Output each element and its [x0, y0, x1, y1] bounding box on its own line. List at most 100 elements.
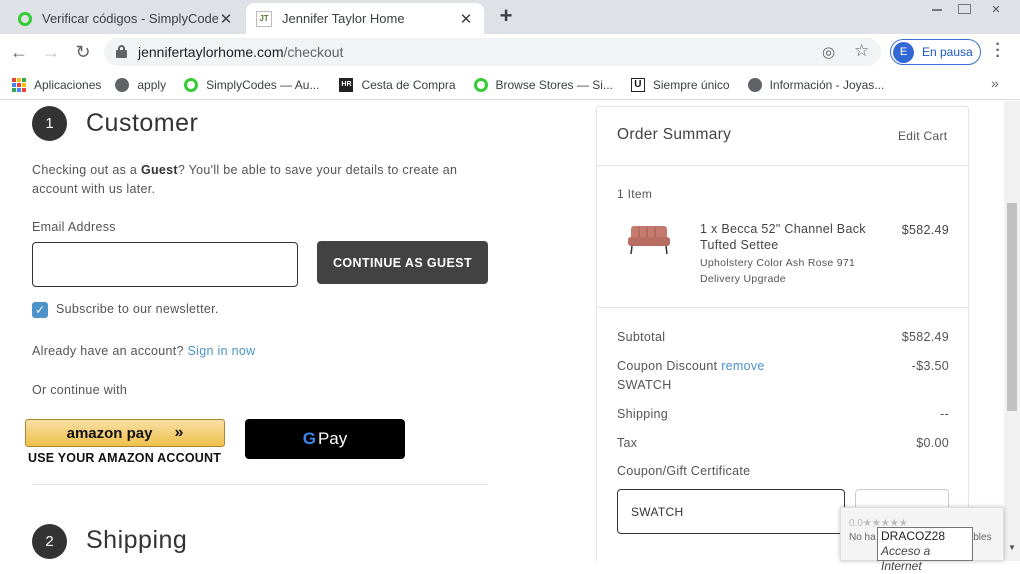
- item-name: 1 x Becca 52" Channel Back Tufted Settee: [700, 222, 866, 252]
- bookmark-label: apply: [137, 77, 167, 92]
- tab-title: Verificar códigos - SimplyCodes: [42, 11, 218, 26]
- shipping-label: Shipping: [617, 407, 669, 421]
- bookmark-browse-stores[interactable]: Browse Stores — Si...: [473, 72, 613, 98]
- star-icon[interactable]: ☆: [854, 41, 869, 61]
- newsletter-label: Subscribe to our newsletter.: [56, 302, 219, 316]
- bookmark-label: Aplicaciones: [34, 77, 102, 92]
- email-field[interactable]: [32, 242, 298, 287]
- window-close-button[interactable]: ✕: [980, 0, 1012, 18]
- account-prompt: Already have an account? Sign in now: [32, 344, 256, 358]
- jt-logo-icon: JT: [256, 10, 272, 27]
- google-pay-label: Pay: [317, 429, 348, 448]
- order-summary: Order Summary Edit Cart 1 Item 1 x Becca…: [596, 106, 969, 561]
- close-icon[interactable]: ✕: [458, 10, 474, 28]
- globe-icon: [115, 77, 130, 92]
- google-pay-button[interactable]: G Pay: [245, 419, 405, 459]
- section-divider: [32, 484, 488, 485]
- amazon-pay-subtitle: USE YOUR AMAZON ACCOUNT: [28, 451, 222, 465]
- simplycodes-icon: [473, 77, 488, 92]
- bookmark-label: Cesta de Compra: [361, 77, 456, 92]
- tab-simplycodes[interactable]: Verificar códigos - SimplyCodes ✕: [8, 3, 244, 34]
- remove-coupon-link[interactable]: remove: [721, 359, 764, 373]
- bookmark-apps[interactable]: Aplicaciones: [12, 72, 101, 98]
- or-continue-label: Or continue with: [32, 383, 128, 397]
- tab-jennifer-taylor[interactable]: JT Jennifer Taylor Home ✕: [246, 3, 484, 34]
- email-label: Email Address: [32, 220, 116, 234]
- subtotal-value: $582.49: [901, 330, 949, 344]
- rating-text: No ha: [849, 532, 876, 543]
- scrollbar-thumb[interactable]: [1007, 203, 1017, 411]
- sign-in-link[interactable]: Sign in now: [188, 344, 256, 358]
- minimize-button[interactable]: [923, 0, 951, 18]
- bookmark-label: Siempre único: [652, 77, 730, 92]
- guest-intro: Checking out as a Guest? You'll be able …: [32, 163, 458, 196]
- profile-status: En pausa: [922, 45, 973, 59]
- address-bar[interactable]: jennifertaylorhome.com/checkout ◎ ☆: [104, 38, 881, 66]
- maximize-button[interactable]: [950, 0, 978, 18]
- profile-button[interactable]: E En pausa: [890, 39, 981, 65]
- avatar: E: [893, 41, 914, 63]
- subtotal-label: Subtotal: [617, 330, 666, 344]
- bookmark-label: Información - Joyas...: [769, 77, 885, 92]
- summary-title: Order Summary: [617, 126, 732, 143]
- bookmarks-bar: Aplicaciones apply SimplyCodes — Au... H…: [0, 70, 1020, 100]
- close-icon[interactable]: ✕: [218, 10, 234, 28]
- rating-text-tail: ibles: [971, 532, 992, 543]
- coupon-code: SWATCH: [617, 378, 672, 392]
- bookmark-informacion[interactable]: Información - Joyas...: [747, 72, 885, 98]
- tooltip-title: DRACOZ28: [881, 529, 946, 543]
- bookmark-apply[interactable]: apply: [115, 72, 166, 98]
- amazon-pay-label: amazon pay: [66, 424, 153, 442]
- continue-as-guest-button[interactable]: CONTINUE AS GUEST: [317, 241, 488, 284]
- item-option: Delivery Upgrade: [700, 273, 786, 285]
- coupon-code-field[interactable]: SWATCH: [617, 489, 845, 534]
- divider: [597, 165, 968, 166]
- tab-strip: Verificar códigos - SimplyCodes ✕ JT Jen…: [0, 0, 1020, 34]
- forward-button[interactable]: →: [39, 41, 63, 63]
- newsletter-checkbox[interactable]: ✓: [32, 302, 48, 318]
- customer-heading: Customer: [86, 109, 199, 137]
- simplycodes-icon: [184, 77, 199, 92]
- u-icon: U: [630, 77, 645, 92]
- bookmark-label: Browse Stores — Si...: [495, 77, 613, 92]
- reload-button[interactable]: ↻: [71, 41, 95, 63]
- menu-icon[interactable]: · · ·: [993, 37, 1003, 65]
- edit-cart-link[interactable]: Edit Cart: [898, 129, 947, 143]
- lock-icon: [116, 45, 127, 58]
- network-tooltip: DRACOZ28 Acceso a Internet: [877, 527, 973, 573]
- bookmark-cesta[interactable]: HR Cesta de Compra: [339, 72, 456, 98]
- gift-certificate-link[interactable]: Coupon/Gift Certificate: [617, 464, 750, 478]
- new-tab-button[interactable]: +: [492, 5, 520, 29]
- simplycodes-icon: [18, 11, 32, 26]
- bookmark-siempre-unico[interactable]: U Siempre único: [630, 72, 730, 98]
- hr-icon: HR: [339, 77, 354, 92]
- sofa-thumbnail: [628, 226, 670, 255]
- scrollbar[interactable]: ▼: [1004, 101, 1020, 561]
- bookmark-label: SimplyCodes — Au...: [206, 77, 320, 92]
- divider: [597, 307, 968, 308]
- amazon-pay-button[interactable]: amazon pay »: [25, 419, 225, 447]
- checkout-page: 1 Customer Checking out as a Guest? You'…: [0, 101, 1004, 561]
- tax-value: $0.00: [916, 436, 949, 450]
- tab-title: Jennifer Taylor Home: [282, 11, 405, 26]
- step-number: 2: [32, 524, 67, 559]
- url-text[interactable]: jennifertaylorhome.com/checkout: [138, 44, 343, 60]
- item-count: 1 Item: [617, 187, 653, 201]
- shipping-heading: Shipping: [86, 526, 188, 554]
- step-number: 1: [32, 106, 67, 141]
- bookmark-simplycodes[interactable]: SimplyCodes — Au...: [184, 72, 319, 98]
- chevron-more-icon[interactable]: »: [991, 75, 999, 91]
- back-button[interactable]: ←: [7, 41, 31, 63]
- scroll-down-icon[interactable]: ▼: [1008, 543, 1016, 552]
- tax-label: Tax: [617, 436, 638, 450]
- coupon-discount-value: -$3.50: [911, 359, 949, 373]
- eye-off-icon[interactable]: ◎: [822, 43, 835, 61]
- shipping-value: --: [940, 407, 949, 421]
- tooltip-subtitle: Acceso a Internet: [881, 544, 931, 573]
- globe-icon: [747, 77, 762, 92]
- double-chevron-icon: »: [174, 424, 184, 441]
- coupon-discount-label: Coupon Discount remove: [617, 359, 765, 373]
- item-option: Upholstery Color Ash Rose 971: [700, 257, 856, 269]
- google-g-icon: G: [302, 429, 316, 448]
- address-toolbar: ← → ↻ jennifertaylorhome.com/checkout ◎ …: [0, 34, 1020, 70]
